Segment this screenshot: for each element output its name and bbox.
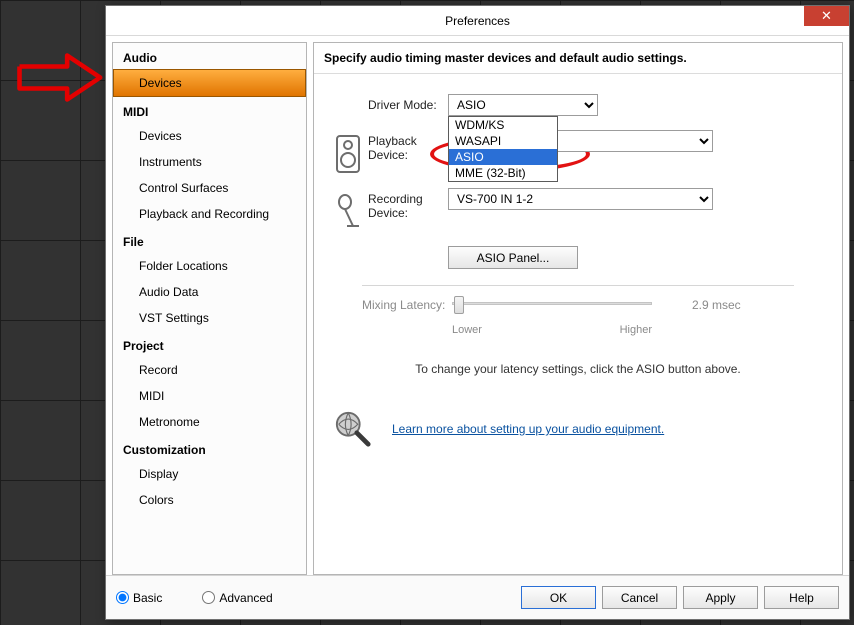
help-button[interactable]: Help — [764, 586, 839, 609]
main-panel: Specify audio timing master devices and … — [313, 42, 843, 575]
view-advanced-radio[interactable]: Advanced — [202, 591, 272, 605]
divider — [362, 285, 794, 286]
nav-item-colors[interactable]: Colors — [113, 487, 306, 513]
titlebar: Preferences ✕ — [106, 6, 849, 36]
recording-device-label: Recording Device: — [368, 188, 448, 220]
nav-category-project: Project — [113, 331, 306, 357]
driver-option-wdmks[interactable]: WDM/KS — [449, 117, 557, 133]
preferences-window: Preferences ✕ Audio Devices MIDI Devices… — [105, 5, 850, 620]
driver-mode-dropdown[interactable]: WDM/KS WASAPI ASIO MME (32-Bit) — [448, 116, 558, 182]
recording-device-select[interactable]: VS-700 IN 1-2 — [448, 188, 713, 210]
basic-radio-label: Basic — [133, 591, 162, 605]
nav-item-playback-recording[interactable]: Playback and Recording — [113, 201, 306, 227]
apply-button[interactable]: Apply — [683, 586, 758, 609]
nav-item-control-surfaces[interactable]: Control Surfaces — [113, 175, 306, 201]
slider-thumb[interactable] — [454, 296, 464, 314]
close-button[interactable]: ✕ — [804, 6, 849, 26]
driver-option-asio[interactable]: ASIO — [449, 149, 557, 165]
category-tree[interactable]: Audio Devices MIDI Devices Instruments C… — [112, 42, 307, 575]
dialog-footer: Basic Advanced OK Cancel Apply Help — [106, 575, 849, 619]
close-icon: ✕ — [821, 8, 832, 23]
advanced-radio-input[interactable] — [202, 591, 215, 604]
slider-higher-label: Higher — [620, 324, 652, 336]
view-basic-radio[interactable]: Basic — [116, 591, 162, 605]
driver-option-mme[interactable]: MME (32-Bit) — [449, 165, 557, 181]
nav-item-record[interactable]: Record — [113, 357, 306, 383]
nav-item-instruments[interactable]: Instruments — [113, 149, 306, 175]
latency-hint: To change your latency settings, click t… — [328, 362, 828, 376]
cancel-button[interactable]: Cancel — [602, 586, 677, 609]
magnifier-globe-icon — [334, 410, 372, 448]
window-title: Preferences — [445, 14, 510, 28]
driver-mode-label: Driver Mode: — [368, 94, 448, 112]
nav-category-customization: Customization — [113, 435, 306, 461]
driver-option-wasapi[interactable]: WASAPI — [449, 133, 557, 149]
mixing-latency-label: Mixing Latency: — [362, 296, 452, 312]
mixing-latency-slider[interactable] — [452, 296, 652, 318]
nav-category-midi: MIDI — [113, 97, 306, 123]
nav-item-display[interactable]: Display — [113, 461, 306, 487]
nav-item-project-midi[interactable]: MIDI — [113, 383, 306, 409]
nav-item-audio-devices[interactable]: Devices — [113, 69, 306, 97]
nav-item-audio-data[interactable]: Audio Data — [113, 279, 306, 305]
nav-category-audio: Audio — [113, 43, 306, 69]
asio-panel-button[interactable]: ASIO Panel... — [448, 246, 578, 269]
microphone-icon — [333, 192, 363, 232]
driver-mode-select[interactable]: ASIO — [448, 94, 598, 116]
panel-header: Specify audio timing master devices and … — [314, 43, 842, 74]
learn-more-link[interactable]: Learn more about setting up your audio e… — [392, 422, 664, 436]
nav-item-midi-devices[interactable]: Devices — [113, 123, 306, 149]
speaker-icon — [333, 134, 363, 174]
playback-device-label: Playback Device: — [368, 130, 448, 162]
mixing-latency-value: 2.9 msec — [692, 296, 741, 312]
basic-radio-input[interactable] — [116, 591, 129, 604]
advanced-radio-label: Advanced — [219, 591, 272, 605]
ok-button[interactable]: OK — [521, 586, 596, 609]
nav-item-vst-settings[interactable]: VST Settings — [113, 305, 306, 331]
nav-category-file: File — [113, 227, 306, 253]
nav-item-metronome[interactable]: Metronome — [113, 409, 306, 435]
slider-lower-label: Lower — [452, 324, 482, 336]
nav-item-folder-locations[interactable]: Folder Locations — [113, 253, 306, 279]
